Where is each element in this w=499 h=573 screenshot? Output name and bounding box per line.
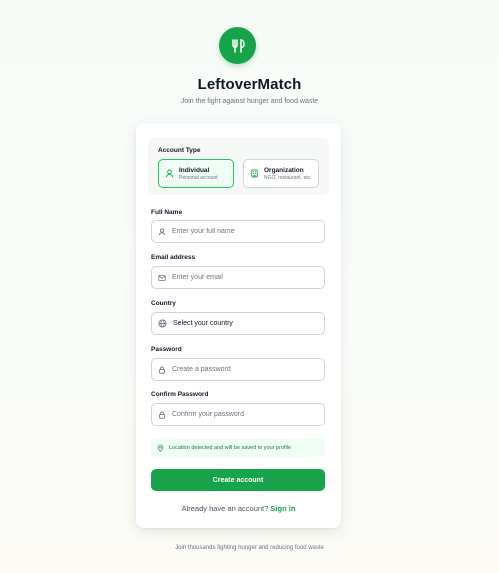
building-icon — [251, 169, 258, 178]
confirm-password-input[interactable] — [172, 411, 312, 418]
account-type-individual-label: Individual — [179, 166, 210, 174]
account-type-individual-sub: Personal account — [179, 174, 218, 181]
account-type-organization-sub: NGO, restaurant, etc. — [264, 174, 312, 181]
account-type-organization[interactable]: Organization NGO, restaurant, etc. — [243, 159, 319, 188]
user-icon — [158, 228, 166, 235]
email-label: Email address — [151, 254, 196, 261]
mail-icon — [158, 274, 166, 281]
full-name-label: Full Name — [151, 209, 183, 216]
confirm-password-field[interactable] — [151, 403, 325, 426]
signin-link[interactable]: Sign in — [270, 504, 295, 513]
create-account-button[interactable]: Create account — [151, 469, 325, 491]
confirm-password-label: Confirm Password — [151, 391, 209, 398]
signin-row: Already have an account? Sign in — [136, 504, 341, 513]
country-label: Country — [151, 300, 176, 307]
app-title: LeftoverMatch — [197, 76, 302, 93]
globe-icon — [158, 319, 167, 328]
lock-icon — [159, 411, 165, 419]
signin-prompt: Already have an account? — [181, 504, 269, 513]
email-input[interactable] — [172, 274, 312, 281]
account-type-group: Account Type Individual Personal account… — [148, 138, 329, 195]
country-select[interactable]: Select your country — [151, 312, 325, 335]
signup-card: Account Type Individual Personal account… — [136, 123, 341, 528]
app-subtitle: Join the fight against hunger and food w… — [180, 98, 319, 105]
password-label: Password — [151, 346, 182, 353]
password-input[interactable] — [172, 366, 312, 373]
location-notice: Location detected and will be saved to y… — [151, 438, 325, 457]
password-field[interactable] — [151, 358, 325, 381]
lock-icon — [159, 366, 165, 374]
account-type-label: Account Type — [158, 147, 201, 154]
full-name-input[interactable] — [172, 228, 312, 235]
country-selected-value: Select your country — [173, 320, 233, 327]
footer-tagline: Join thousands fighting hunger and reduc… — [175, 545, 324, 551]
location-notice-text: Location detected and will be saved to y… — [169, 444, 291, 451]
user-icon — [165, 169, 174, 178]
map-pin-icon — [157, 443, 164, 452]
account-type-individual[interactable]: Individual Personal account — [158, 159, 234, 188]
fork-knife-icon — [231, 38, 245, 53]
full-name-field[interactable] — [151, 220, 325, 243]
app-logo — [219, 27, 256, 64]
account-type-organization-label: Organization — [264, 166, 304, 174]
email-field[interactable] — [151, 266, 325, 289]
